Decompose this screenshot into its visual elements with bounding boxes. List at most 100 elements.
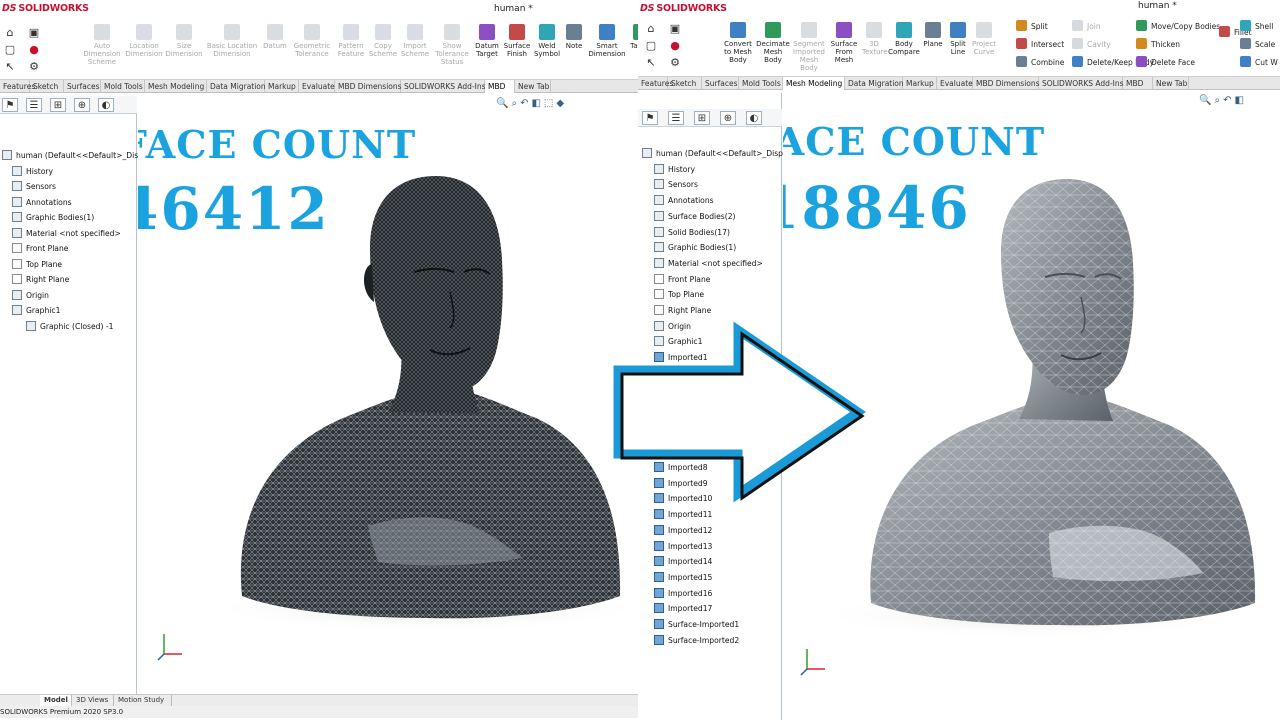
tab-sketch[interactable]: Sketch (668, 77, 702, 90)
tab-mold-tools[interactable]: Mold Tools (739, 77, 783, 90)
ribbon-button-shell[interactable]: Shell (1240, 20, 1273, 34)
tree-item-annotations[interactable]: Annotations (12, 195, 72, 210)
tree-item-imported16[interactable]: Imported16 (654, 586, 712, 601)
tree-item-surface-bodies-2[interactable]: Surface Bodies(2) (654, 209, 736, 224)
configuration-manager-tab-icon[interactable]: ⊞ (50, 98, 66, 112)
bottom-tab-model[interactable]: Model (40, 695, 72, 706)
ribbon-button-cavity[interactable]: Cavity (1072, 38, 1111, 52)
tab-mesh-modeling[interactable]: Mesh Modeling (783, 77, 845, 90)
property-manager-tab-icon[interactable]: ☰ (668, 111, 684, 125)
ribbon-button-datum[interactable]: Datum (260, 20, 290, 76)
select-icon[interactable]: ↖ (3, 60, 17, 74)
tab-evaluate[interactable]: Evaluate (937, 77, 973, 90)
tree-item-right-plane[interactable]: Right Plane (654, 303, 711, 318)
tree-item-imported11[interactable]: Imported11 (654, 507, 712, 522)
feature-manager-tab-icon[interactable]: ⚑ (2, 98, 18, 112)
dimxpert-tab-icon[interactable]: ⊕ (74, 98, 90, 112)
ribbon-button-plane[interactable]: Plane (922, 18, 944, 74)
tree-item-material-not-specified[interactable]: Material <not specified> (12, 226, 121, 241)
ribbon-button-combine[interactable]: Combine (1016, 56, 1064, 70)
tree-item-imported12[interactable]: Imported12 (654, 523, 712, 538)
home-icon[interactable]: ⌂ (644, 22, 658, 36)
tab-new-tab[interactable]: New Tab (515, 80, 551, 93)
display-manager-tab-icon[interactable]: ◐ (746, 111, 762, 125)
ribbon-button-pattern-feature[interactable]: Pattern Feature (334, 20, 368, 76)
tab-evaluate[interactable]: Evaluate (299, 80, 335, 93)
ribbon-button-join[interactable]: Join (1072, 20, 1101, 34)
save-icon[interactable]: ▣ (27, 26, 41, 40)
tree-item-imported15[interactable]: Imported15 (654, 570, 712, 585)
tab-data-migration[interactable]: Data Migration (845, 77, 904, 90)
ribbon-button-move-copy-bodies[interactable]: Move/Copy Bodies (1136, 20, 1220, 34)
dimxpert-tab-icon[interactable]: ⊕ (720, 111, 736, 125)
ribbon-button-segment-imported-mesh-body[interactable]: Segment Imported Mesh Body (792, 18, 826, 74)
tree-item-right-plane[interactable]: Right Plane (12, 272, 69, 287)
options-icon[interactable]: ⚙ (27, 60, 41, 74)
tree-item-annotations[interactable]: Annotations (654, 193, 714, 208)
ribbon-button-body-compare[interactable]: Body Compare (888, 18, 920, 74)
ribbon-button-datum-target[interactable]: Datum Target (472, 20, 502, 76)
ribbon-button-auto-dimension-scheme[interactable]: Auto Dimension Scheme (80, 20, 124, 76)
graphics-area[interactable]: 🔍⌕↶◧⬚◆ FACE COUNT 46412 (138, 96, 638, 694)
ribbon-button-3d-texture[interactable]: 3D Texture (862, 18, 888, 74)
tab-surfaces[interactable]: Surfaces (64, 80, 101, 93)
ribbon-button-cut-w[interactable]: Cut W (1240, 56, 1278, 70)
tree-item-material-not-specified[interactable]: Material <not specified> (654, 256, 763, 271)
new-document-icon[interactable]: ▢ (3, 43, 17, 57)
ribbon-button-size-dimension[interactable]: Size Dimension (164, 20, 204, 76)
tab-mbd-dimensions[interactable]: MBD Dimensions (335, 80, 402, 93)
ribbon-button-scale[interactable]: Scale (1240, 38, 1275, 52)
tree-item-human-default-default-display-s[interactable]: human (Default<<Default>_Display S (642, 146, 801, 161)
feature-manager-tab-icon[interactable]: ⚑ (642, 111, 658, 125)
ribbon-button-decimate-mesh-body[interactable]: Decimate Mesh Body (756, 18, 790, 74)
tree-item-top-plane[interactable]: Top Plane (654, 287, 704, 302)
ribbon-button-split[interactable]: Split (1016, 20, 1048, 34)
ribbon-button-import-scheme[interactable]: Import Scheme (398, 20, 432, 76)
tree-item-sensors[interactable]: Sensors (654, 177, 698, 192)
tree-item-front-plane[interactable]: Front Plane (12, 241, 68, 256)
bottom-tab-motion-study-1[interactable]: Motion Study 1 (114, 695, 172, 715)
rebuild-icon[interactable]: ● (27, 43, 41, 57)
bottom-tab-3d-views[interactable]: 3D Views (72, 695, 114, 706)
ribbon-button-note[interactable]: Note (562, 20, 586, 76)
tab-data-migration[interactable]: Data Migration (207, 80, 266, 93)
ribbon-button-intersect[interactable]: Intersect (1016, 38, 1064, 52)
tree-item-graphic-bodies-1[interactable]: Graphic Bodies(1) (12, 210, 94, 225)
ribbon-button-thicken[interactable]: Thicken (1136, 38, 1180, 52)
tree-item-imported14[interactable]: Imported14 (654, 554, 712, 569)
tree-item-imported13[interactable]: Imported13 (654, 539, 712, 554)
ribbon-button-copy-scheme[interactable]: Copy Scheme (368, 20, 398, 76)
ribbon-button-smart-dimension[interactable]: Smart Dimension (586, 20, 628, 76)
tab-markup[interactable]: Markup (903, 77, 937, 90)
tree-item-solid-bodies-17[interactable]: Solid Bodies(17) (654, 225, 730, 240)
tab-surfaces[interactable]: Surfaces (702, 77, 739, 90)
display-manager-tab-icon[interactable]: ◐ (98, 98, 114, 112)
save-icon[interactable]: ▣ (668, 22, 682, 36)
tree-item-front-plane[interactable]: Front Plane (654, 272, 710, 287)
ribbon-button-basic-location-dimension[interactable]: Basic Location Dimension (204, 20, 260, 76)
tab-mbd[interactable]: MBD (1123, 77, 1153, 90)
ribbon-button-geometric-tolerance[interactable]: Geometric Tolerance (290, 20, 334, 76)
tree-item-surface-imported2[interactable]: Surface-Imported2 (654, 633, 739, 648)
tree-item-origin[interactable]: Origin (12, 288, 49, 303)
ribbon-button-surface-from-mesh[interactable]: Surface From Mesh (828, 18, 860, 74)
tab-new-tab[interactable]: New Tab (1153, 77, 1189, 90)
tab-mbd-dimensions[interactable]: MBD Dimensions (973, 77, 1040, 90)
select-icon[interactable]: ↖ (644, 56, 658, 70)
tab-sketch[interactable]: Sketch (30, 80, 64, 93)
options-icon[interactable]: ⚙ (668, 56, 682, 70)
home-icon[interactable]: ⌂ (3, 26, 17, 40)
tab-markup[interactable]: Markup (265, 80, 299, 93)
rebuild-icon[interactable]: ● (668, 39, 682, 53)
tab-features[interactable]: Features (0, 80, 35, 93)
tree-item-graphic-bodies-1[interactable]: Graphic Bodies(1) (654, 240, 736, 255)
tab-features[interactable]: Features (638, 77, 673, 90)
tree-item-imported17[interactable]: Imported17 (654, 601, 712, 616)
ribbon-button-weld-symbol[interactable]: Weld Symbol (532, 20, 562, 76)
new-document-icon[interactable]: ▢ (644, 39, 658, 53)
ribbon-button-show-tolerance-status[interactable]: Show Tolerance Status (432, 20, 472, 76)
tab-mesh-modeling[interactable]: Mesh Modeling (145, 80, 207, 93)
tree-item-sensors[interactable]: Sensors (12, 179, 56, 194)
ribbon-button-project-curve[interactable]: Project Curve (972, 18, 996, 74)
tab-mold-tools[interactable]: Mold Tools (101, 80, 145, 93)
